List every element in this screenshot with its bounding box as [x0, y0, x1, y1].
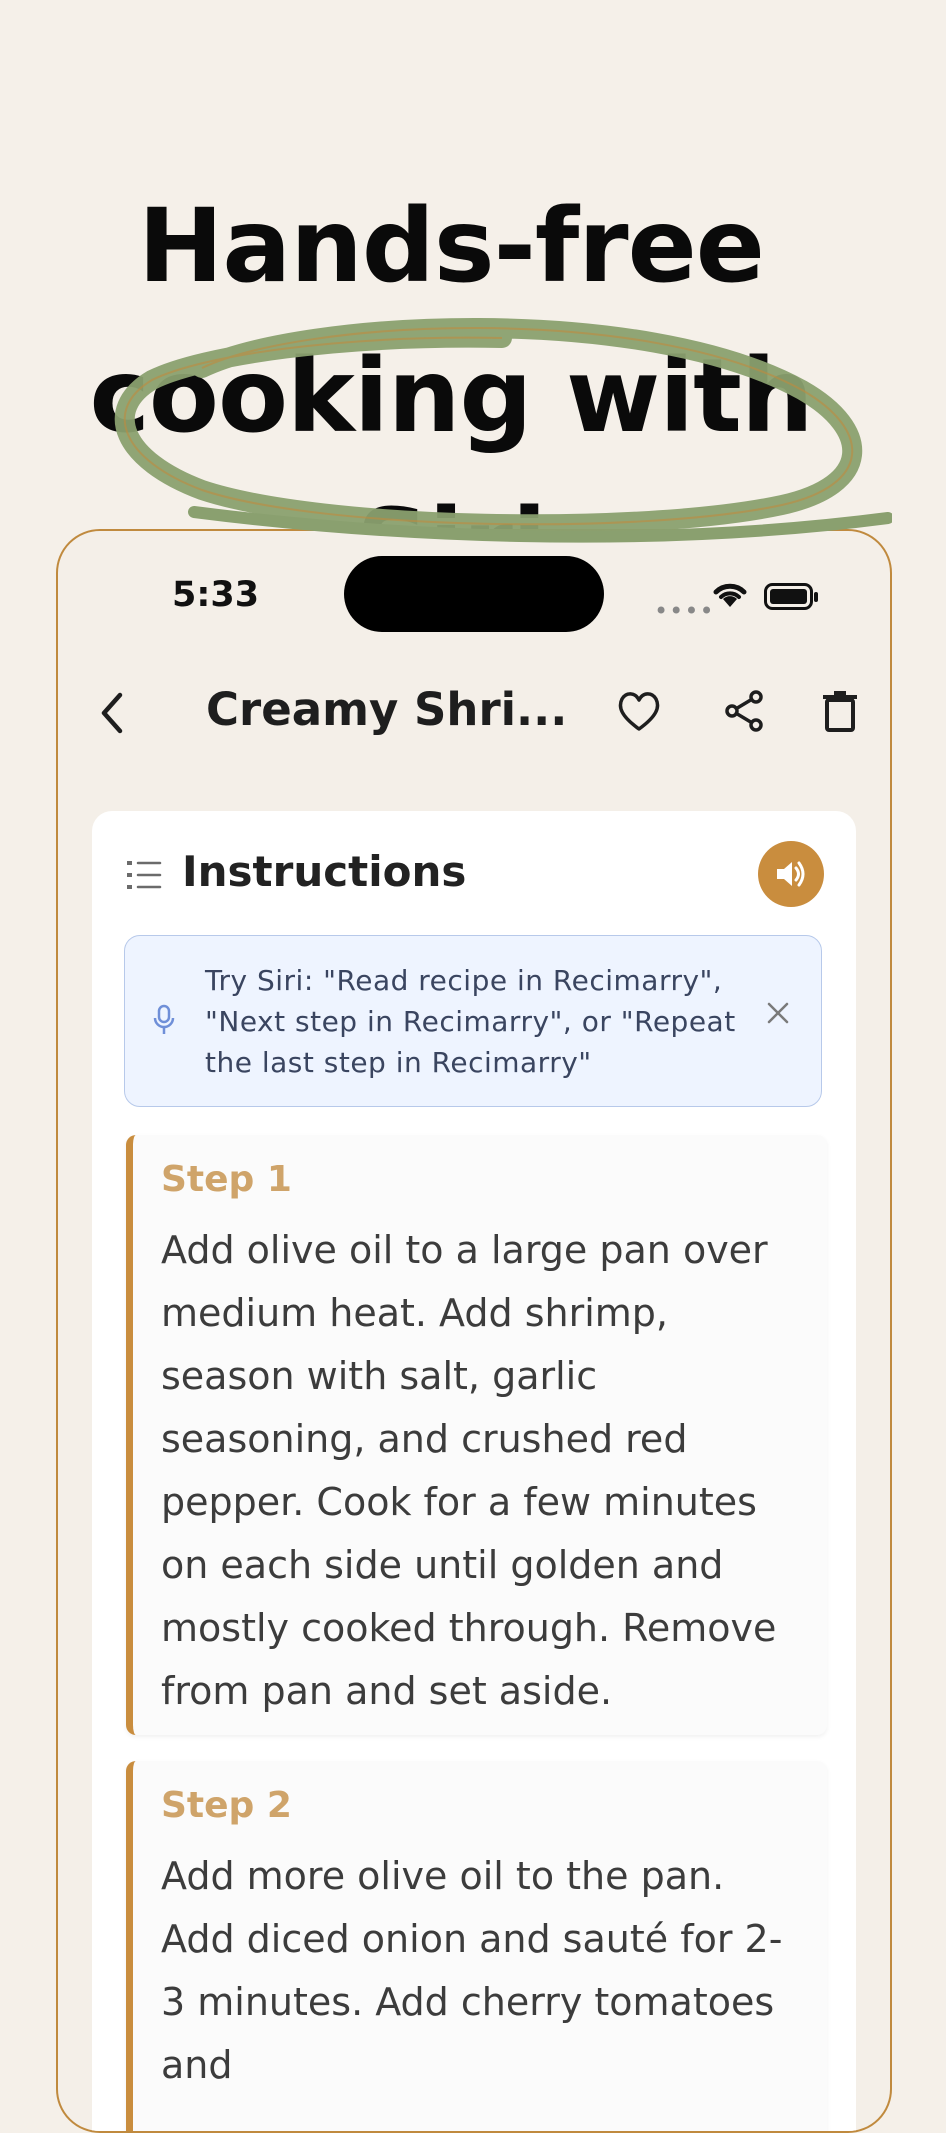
headline-line-1: Hands-free — [138, 187, 765, 306]
phone-frame: 5:33 •••• Creamy Shri... Instructions Tr… — [56, 529, 892, 2133]
step-card-2: Step 2 Add more olive oil to the pan. Ad… — [126, 1761, 827, 2131]
list-icon — [127, 861, 162, 889]
siri-tip-banner: Try Siri: "Read recipe in Recimarry", "N… — [124, 935, 822, 1107]
instructions-title: Instructions — [182, 847, 467, 896]
speaker-icon — [777, 861, 805, 887]
nav-bar: Creamy Shri... — [58, 661, 890, 761]
status-time: 5:33 — [172, 575, 260, 615]
signal-dots-icon: •••• — [654, 597, 715, 625]
instructions-card: Instructions Try Siri: "Read recipe in R… — [92, 811, 856, 2131]
wifi-icon — [713, 583, 747, 607]
heart-icon[interactable] — [616, 689, 662, 733]
nav-title: Creamy Shri... — [206, 683, 568, 736]
back-icon[interactable] — [94, 691, 134, 735]
step-text: Add olive oil to a large pan over medium… — [161, 1228, 777, 1713]
step-label: Step 1 — [161, 1159, 292, 1200]
microphone-icon — [153, 1004, 175, 1034]
step-label: Step 2 — [161, 1785, 292, 1826]
share-icon[interactable] — [722, 689, 766, 733]
step-card-1: Step 1 Add olive oil to a large pan over… — [126, 1135, 827, 1735]
battery-icon — [764, 583, 818, 610]
siri-tip-text: Try Siri: "Read recipe in Recimarry", "N… — [205, 964, 736, 1079]
dynamic-island — [344, 556, 604, 632]
close-icon[interactable] — [765, 1000, 791, 1026]
read-aloud-button[interactable] — [758, 841, 824, 907]
trash-icon[interactable] — [822, 689, 858, 733]
step-text: Add more olive oil to the pan. Add diced… — [161, 1854, 783, 2087]
